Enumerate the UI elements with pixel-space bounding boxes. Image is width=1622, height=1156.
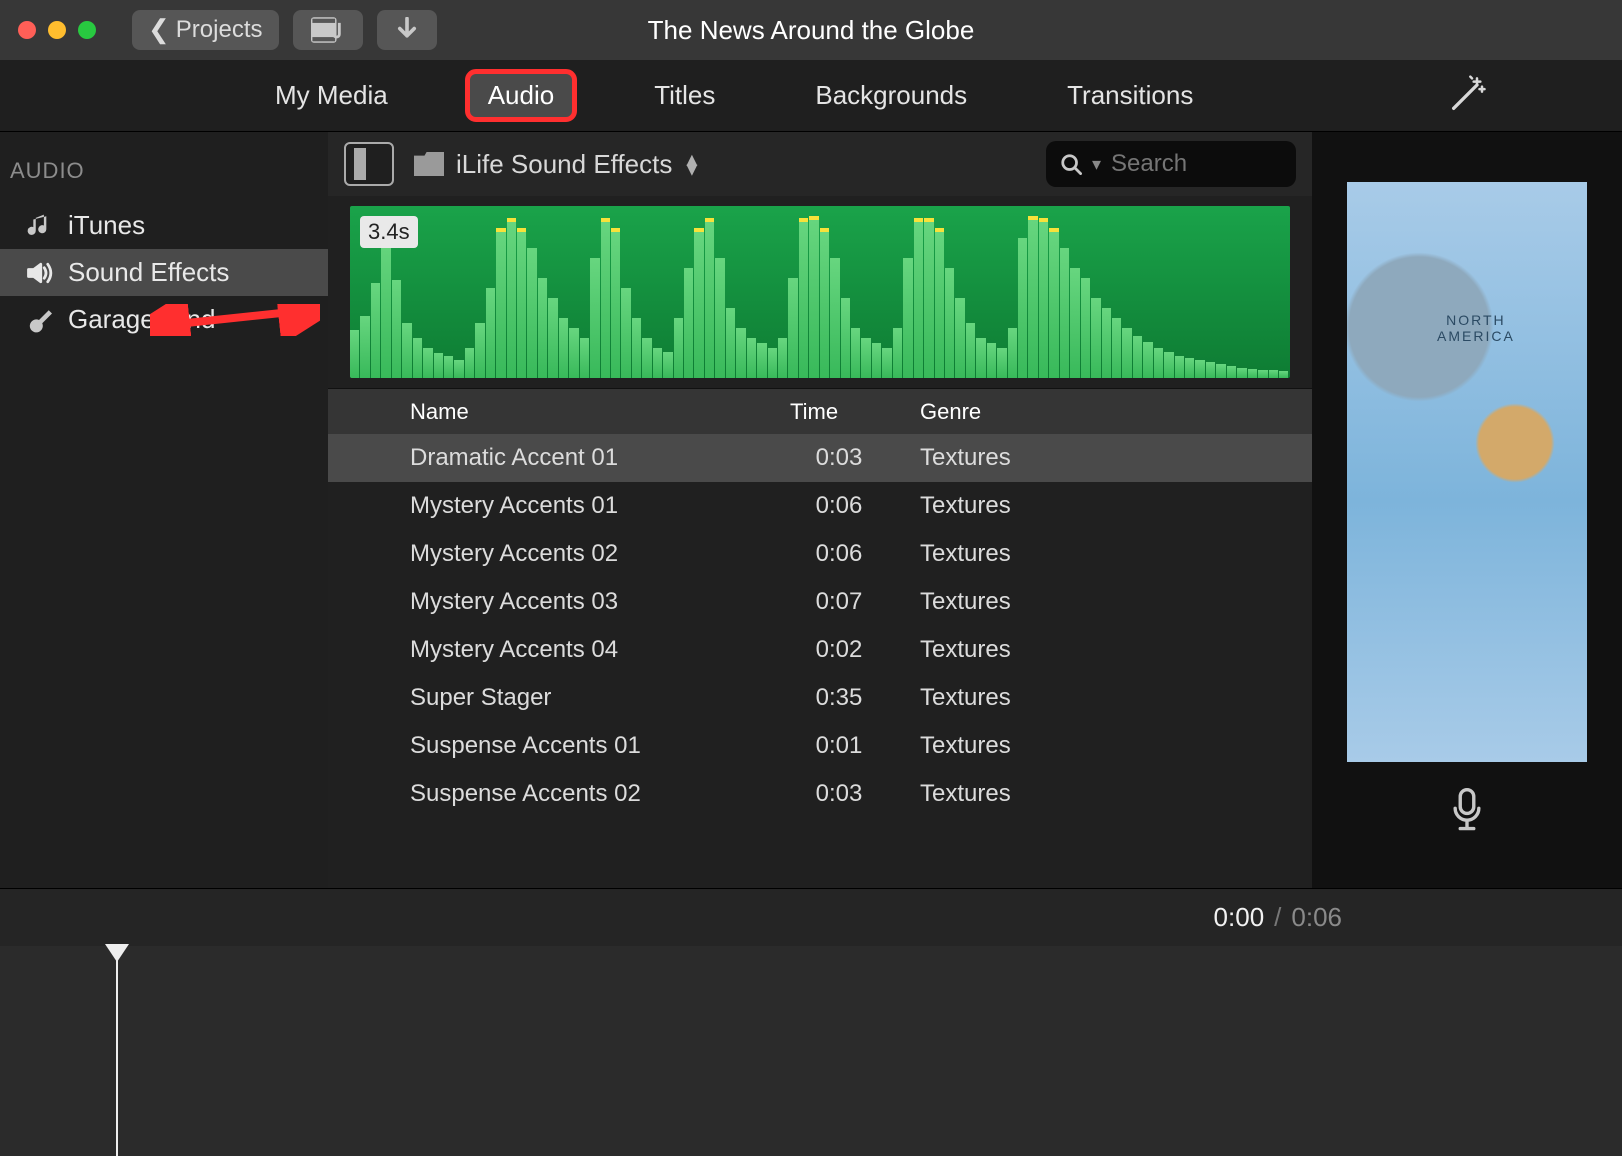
cell-name: Mystery Accents 01	[394, 492, 774, 520]
column-time[interactable]: Time	[774, 399, 904, 425]
playhead-time: 0:00	[1214, 902, 1265, 933]
minimize-window-button[interactable]	[48, 21, 66, 39]
download-arrow-icon	[395, 17, 419, 43]
cell-name: Suspense Accents 01	[394, 732, 774, 760]
cell-time: 0:01	[774, 732, 904, 760]
enhance-wand-button[interactable]	[1432, 70, 1502, 120]
maximize-window-button[interactable]	[78, 21, 96, 39]
table-row[interactable]: Mystery Accents 020:06Textures	[328, 530, 1312, 578]
table-row[interactable]: Mystery Accents 040:02Textures	[328, 626, 1312, 674]
music-note-icon	[24, 211, 54, 241]
table-header: Name Time Genre	[328, 388, 1312, 434]
cell-time: 0:03	[774, 780, 904, 808]
audio-sidebar: AUDIO iTunes Sound Effects GarageBand	[0, 132, 328, 888]
tab-titles[interactable]: Titles	[634, 72, 735, 119]
projects-back-button[interactable]: ❮ Projects	[132, 10, 279, 50]
cell-time: 0:06	[774, 492, 904, 520]
guitar-icon	[24, 305, 54, 335]
speaker-icon	[24, 258, 54, 288]
sidebar-item-label: GarageBand	[68, 304, 215, 335]
tab-backgrounds[interactable]: Backgrounds	[795, 72, 987, 119]
audio-browser: iLife Sound Effects ▴▾ ▾ 3.4s Name Time	[328, 132, 1312, 888]
folder-icon	[414, 152, 444, 176]
cell-name: Mystery Accents 04	[394, 636, 774, 664]
library-dropdown[interactable]: iLife Sound Effects ▴▾	[414, 149, 697, 180]
sidebar-item-garageband[interactable]: GarageBand	[0, 296, 328, 343]
media-import-button[interactable]	[293, 10, 363, 50]
cell-genre: Textures	[904, 732, 1312, 760]
cell-time: 0:02	[774, 636, 904, 664]
chevron-left-icon: ❮	[148, 14, 170, 45]
cell-name: Suspense Accents 02	[394, 780, 774, 808]
cell-genre: Textures	[904, 540, 1312, 568]
cell-genre: Textures	[904, 444, 1312, 472]
tab-my-media[interactable]: My Media	[255, 72, 408, 119]
cell-time: 0:03	[774, 444, 904, 472]
library-name: iLife Sound Effects	[456, 149, 672, 180]
sidebar-item-itunes[interactable]: iTunes	[0, 202, 328, 249]
tab-audio[interactable]: Audio	[468, 72, 575, 119]
timeline[interactable]	[0, 946, 1622, 1156]
cell-genre: Textures	[904, 492, 1312, 520]
main-area: AUDIO iTunes Sound Effects GarageBand	[0, 132, 1622, 888]
table-row[interactable]: Mystery Accents 010:06Textures	[328, 482, 1312, 530]
library-tabs: My Media Audio Titles Backgrounds Transi…	[0, 60, 1622, 132]
sidebar-panel-toggle[interactable]	[344, 142, 394, 186]
cell-name: Mystery Accents 03	[394, 588, 774, 616]
cell-name: Dramatic Accent 01	[394, 444, 774, 472]
waveform-duration-badge: 3.4s	[360, 216, 418, 248]
time-readout: 0:00 / 0:06	[0, 888, 1622, 946]
cell-genre: Textures	[904, 780, 1312, 808]
microphone-icon	[1449, 788, 1485, 832]
updown-chevron-icon: ▴▾	[686, 154, 697, 174]
browser-header: iLife Sound Effects ▴▾ ▾	[328, 132, 1312, 196]
sidebar-item-sound-effects[interactable]: Sound Effects	[0, 249, 328, 296]
projects-label: Projects	[176, 16, 263, 44]
voiceover-record-button[interactable]	[1449, 788, 1485, 832]
table-row[interactable]: Mystery Accents 030:07Textures	[328, 578, 1312, 626]
search-icon	[1060, 153, 1082, 175]
cell-time: 0:07	[774, 588, 904, 616]
project-duration: 0:06	[1291, 902, 1342, 933]
viewer-thumbnail[interactable]	[1347, 182, 1587, 762]
cell-genre: Textures	[904, 588, 1312, 616]
filmstrip-music-icon	[311, 17, 345, 43]
table-row[interactable]: Suspense Accents 020:03Textures	[328, 770, 1312, 818]
title-bar: ❮ Projects The News Around the Globe	[0, 0, 1622, 60]
cell-name: Super Stager	[394, 684, 774, 712]
sidebar-item-label: iTunes	[68, 210, 145, 241]
chevron-down-icon: ▾	[1092, 154, 1101, 175]
time-separator: /	[1274, 902, 1281, 933]
sidebar-item-label: Sound Effects	[68, 257, 229, 288]
waveform-preview[interactable]: 3.4s	[328, 196, 1312, 388]
column-name[interactable]: Name	[394, 399, 774, 425]
cell-name: Mystery Accents 02	[394, 540, 774, 568]
cell-time: 0:06	[774, 540, 904, 568]
table-row[interactable]: Super Stager0:35Textures	[328, 674, 1312, 722]
tab-transitions[interactable]: Transitions	[1047, 72, 1213, 119]
search-input[interactable]	[1111, 150, 1282, 178]
column-genre[interactable]: Genre	[904, 399, 1312, 425]
download-button[interactable]	[377, 10, 437, 50]
cell-time: 0:35	[774, 684, 904, 712]
search-field[interactable]: ▾	[1046, 141, 1296, 187]
sidebar-header: AUDIO	[0, 158, 328, 184]
viewer-panel	[1312, 132, 1622, 888]
audio-table: Name Time Genre Dramatic Accent 010:03Te…	[328, 388, 1312, 888]
cell-genre: Textures	[904, 636, 1312, 664]
window-controls	[18, 21, 96, 39]
magic-wand-icon	[1447, 75, 1487, 115]
playhead[interactable]	[116, 946, 118, 1156]
table-row[interactable]: Suspense Accents 010:01Textures	[328, 722, 1312, 770]
close-window-button[interactable]	[18, 21, 36, 39]
cell-genre: Textures	[904, 684, 1312, 712]
table-row[interactable]: Dramatic Accent 010:03Textures	[328, 434, 1312, 482]
